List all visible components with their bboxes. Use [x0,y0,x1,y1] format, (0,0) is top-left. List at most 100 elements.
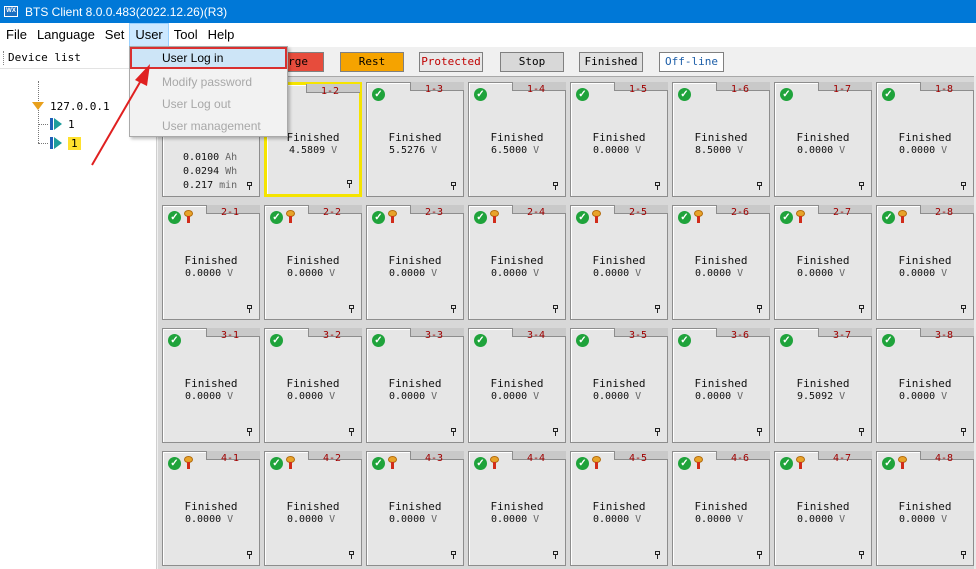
channel-cell[interactable]: 3-6 ✓ Finished 0.0000 V [672,328,770,443]
menu-item-modify-password[interactable]: Modify password [130,71,287,93]
pin-icon[interactable] [757,305,762,313]
voltage-value: 0.0000 [593,514,630,525]
channel-cell[interactable]: 3-8 ✓ Finished 0.0000 V [876,328,974,443]
pin-icon[interactable] [961,305,966,313]
pin-icon[interactable] [859,551,864,559]
channel-cell[interactable]: 2-6 ✓ Finished 0.0000 V [672,205,770,320]
pin-icon[interactable] [961,551,966,559]
voltage-value: 0.0000 [287,391,324,402]
reading-value: 0.217 [183,180,214,191]
pin-icon[interactable] [757,182,762,190]
pin-icon[interactable] [247,551,252,559]
channel-cell[interactable]: 3-1 ✓ Finished 0.0000 V [162,328,260,443]
pin-icon[interactable] [451,305,456,313]
check-circle-icon: ✓ [168,211,181,224]
pin-icon[interactable] [349,305,354,313]
reading-line: 0.0294 Wh [183,165,237,179]
menu-file[interactable]: File [1,23,32,47]
menu-set[interactable]: Set [100,23,130,47]
channel-cell[interactable]: 3-5 ✓ Finished 0.0000 V [570,328,668,443]
pin-icon[interactable] [553,551,558,559]
voltage-unit: V [737,145,744,156]
pin-icon[interactable] [655,182,660,190]
pin-icon[interactable] [451,428,456,436]
pin-icon[interactable] [451,182,456,190]
tree-node-unit-selected[interactable]: 1 [50,135,81,151]
cell-voltage: 0.0000 V [797,145,845,156]
channel-cell[interactable]: 4-8 ✓ Finished 0.0000 V [876,451,974,566]
channel-cell[interactable]: 1-8 ✓ Finished 0.0000 V [876,82,974,197]
voltage-value: 0.0000 [899,268,936,279]
pin-icon[interactable] [859,305,864,313]
voltage-unit: V [839,514,846,525]
channel-cell[interactable]: 2-7 ✓ Finished 0.0000 V [774,205,872,320]
voltage-unit: V [533,514,540,525]
cell-status: Finished [694,377,748,390]
channel-cell[interactable]: 4-5 ✓ Finished 0.0000 V [570,451,668,566]
cell-status: Finished [796,377,850,390]
channel-cell[interactable]: 3-2 ✓ Finished 0.0000 V [264,328,362,443]
pin-icon[interactable] [961,428,966,436]
tree-node-ip[interactable]: 127.0.0.1 [32,98,110,114]
menu-tool[interactable]: Tool [169,23,203,47]
pin-icon[interactable] [655,305,660,313]
channel-cell[interactable]: 2-4 ✓ Finished 0.0000 V [468,205,566,320]
pin-icon[interactable] [655,428,660,436]
channel-cell[interactable]: 2-5 ✓ Finished 0.0000 V [570,205,668,320]
pin-icon[interactable] [553,182,558,190]
menu-item-user-log-in[interactable]: User Log in [130,47,287,69]
pin-icon[interactable] [451,551,456,559]
pin-icon[interactable] [247,428,252,436]
pin-icon[interactable] [347,180,352,188]
channel-cell[interactable]: 2-8 ✓ Finished 0.0000 V [876,205,974,320]
channel-cell[interactable]: 4-2 ✓ Finished 0.0000 V [264,451,362,566]
voltage-value: 0.0000 [287,514,324,525]
channel-cell[interactable]: 4-3 ✓ Finished 0.0000 V [366,451,464,566]
channel-cell[interactable]: 1-6 ✓ Finished 8.5000 V [672,82,770,197]
pin-icon[interactable] [553,428,558,436]
channel-cell[interactable]: 1-3 ✓ Finished 5.5276 V [366,82,464,197]
check-circle-icon: ✓ [576,211,589,224]
channel-cell[interactable]: 3-7 ✓ Finished 9.5092 V [774,328,872,443]
channel-cell[interactable]: 4-4 ✓ Finished 0.0000 V [468,451,566,566]
channel-cell[interactable]: 1-4 ✓ Finished 6.5000 V [468,82,566,197]
channel-cell[interactable]: 2-3 ✓ Finished 0.0000 V [366,205,464,320]
channel-cell[interactable]: 4-6 ✓ Finished 0.0000 V [672,451,770,566]
channel-cell[interactable]: 1-5 ✓ Finished 0.0000 V [570,82,668,197]
pin-icon[interactable] [859,182,864,190]
channel-cell[interactable]: 2-2 ✓ Finished 0.0000 V [264,205,362,320]
tree-node-unit[interactable]: 1 [50,116,75,132]
cell-id: 2-4 [526,207,545,218]
pin-icon[interactable] [553,305,558,313]
pin-icon[interactable] [961,182,966,190]
cell-voltage: 0.0000 V [491,391,539,402]
check-circle-icon: ✓ [270,334,283,347]
channel-cell[interactable]: 4-7 ✓ Finished 0.0000 V [774,451,872,566]
pin-icon[interactable] [655,551,660,559]
voltage-unit: V [331,145,338,156]
menu-help[interactable]: Help [203,23,240,47]
channel-cell[interactable]: 3-4 ✓ Finished 0.0000 V [468,328,566,443]
pin-icon[interactable] [757,551,762,559]
pin-icon[interactable] [247,305,252,313]
expand-triangle-icon[interactable] [32,102,44,110]
pin-icon[interactable] [757,428,762,436]
pin-icon[interactable] [349,428,354,436]
channel-cell[interactable]: 4-1 ✓ Finished 0.0000 V [162,451,260,566]
pin-icon[interactable] [859,428,864,436]
menu-item-user-log-out[interactable]: User Log out [130,93,287,115]
channel-cell[interactable]: 2-1 ✓ Finished 0.0000 V [162,205,260,320]
cell-id: 3-5 [628,330,647,341]
voltage-unit: V [635,268,642,279]
check-circle-icon: ✓ [780,457,793,470]
menu-item-user-management[interactable]: User management [130,115,287,137]
channel-cell[interactable]: 3-3 ✓ Finished 0.0000 V [366,328,464,443]
menu-user[interactable]: User [129,23,169,47]
check-circle-icon: ✓ [678,211,691,224]
pin-icon[interactable] [349,551,354,559]
pin-icon[interactable] [247,182,252,190]
voltage-value: 0.0000 [491,391,528,402]
channel-cell[interactable]: 1-7 ✓ Finished 0.0000 V [774,82,872,197]
key-icon [897,456,908,470]
menu-language[interactable]: Language [32,23,100,47]
